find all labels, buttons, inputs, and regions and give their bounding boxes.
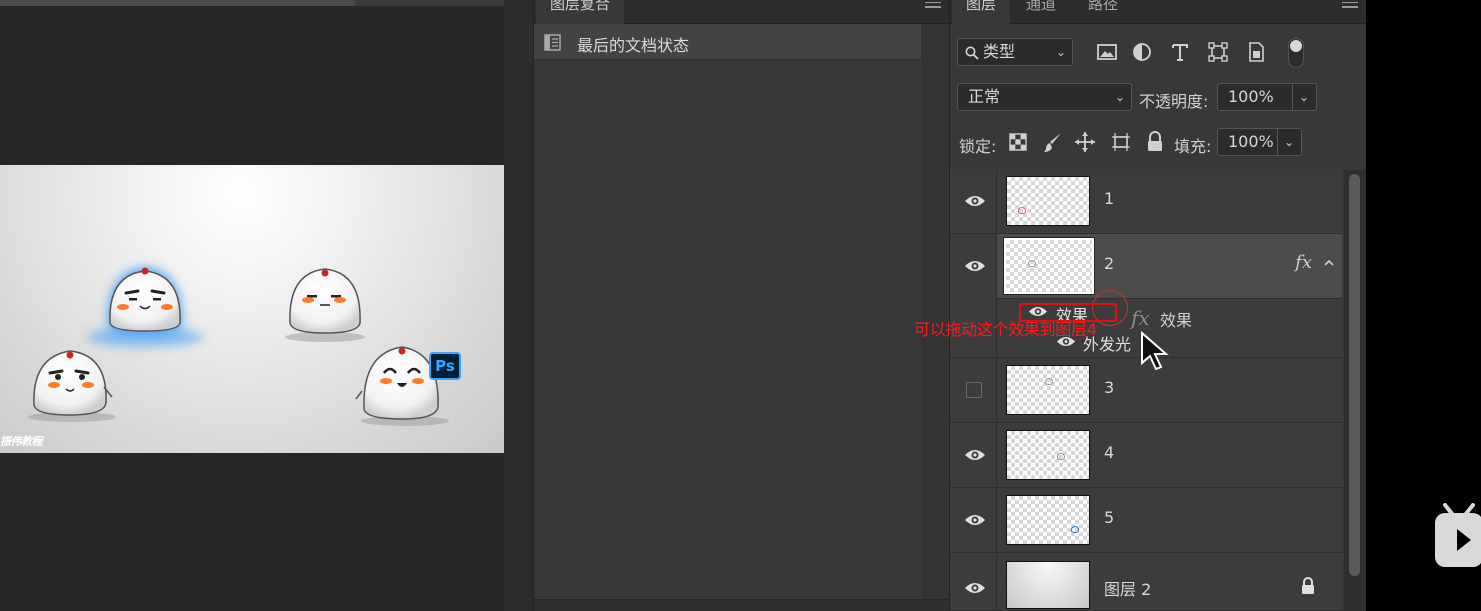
- opacity-label: 不透明度:: [1139, 92, 1209, 111]
- watermark-text: 振伟教程: [0, 435, 43, 448]
- tab-layers[interactable]: 图层: [952, 0, 1011, 24]
- type-filter-icon[interactable]: [1168, 40, 1192, 64]
- shape-filter-icon[interactable]: [1206, 40, 1230, 64]
- visibility-toggle[interactable]: [950, 234, 997, 299]
- character-glowing: [87, 267, 203, 347]
- chevron-down-icon: ⌄: [1055, 45, 1066, 59]
- document-canvas[interactable]: Ps 振伟教程: [0, 165, 504, 453]
- visibility-toggle[interactable]: [950, 358, 997, 423]
- layer-row-background[interactable]: 图层 2: [950, 553, 1342, 611]
- visibility-toggle[interactable]: [950, 488, 997, 553]
- tab-paths[interactable]: 路径: [1074, 0, 1132, 24]
- video-player-margin: [1366, 0, 1481, 611]
- eye-icon: [965, 196, 985, 206]
- visibility-toggle[interactable]: [950, 423, 997, 488]
- dragged-fx-icon: fx: [1131, 306, 1150, 330]
- player-logo-icon: [1435, 503, 1481, 567]
- ps-badge: Ps: [429, 352, 461, 380]
- opacity-field[interactable]: 100% ⌄: [1217, 83, 1317, 111]
- chevron-up-icon[interactable]: [1322, 256, 1336, 270]
- character-sleepy: [285, 268, 365, 342]
- layer-thumbnail: [1003, 237, 1095, 295]
- history-panel: 图层复合 最后的文档状态: [533, 0, 949, 611]
- visibility-hidden-box[interactable]: [966, 382, 982, 398]
- canvas-scroll-gutter: [504, 0, 533, 611]
- layer-thumbnail: [1006, 430, 1090, 480]
- canvas-area: Ps 振伟教程: [0, 0, 533, 611]
- history-panel-header: 图层复合: [534, 0, 949, 24]
- adjustment-filter-icon[interactable]: [1130, 40, 1154, 64]
- layer-thumbnail: [1006, 176, 1090, 226]
- character-angry: [28, 350, 116, 422]
- lock-artboard-icon[interactable]: [1110, 131, 1132, 153]
- eye-icon: [965, 261, 985, 271]
- document-tab-strip: [0, 0, 533, 6]
- filter-label: 类型: [983, 42, 1016, 61]
- layer-row-4[interactable]: 4: [950, 423, 1342, 488]
- visibility-toggle[interactable]: [950, 169, 997, 234]
- blend-mode-dropdown[interactable]: 正常 ⌄: [957, 83, 1132, 111]
- lock-all-icon[interactable]: [1146, 131, 1164, 153]
- layers-panel-header: 图层 通道 路径: [950, 0, 1366, 24]
- search-icon: [965, 46, 979, 60]
- lock-image-pixels-icon[interactable]: [1043, 131, 1063, 153]
- mouse-cursor-icon: [1141, 331, 1169, 371]
- layer-name: 5: [1104, 508, 1115, 527]
- layer-name: 图层 2: [1104, 580, 1152, 599]
- layer-filter-dropdown[interactable]: 类型 ⌄: [957, 38, 1073, 66]
- chevron-down-icon: ⌄: [1114, 90, 1125, 104]
- tab-channels[interactable]: 通道: [1012, 0, 1070, 24]
- eye-icon: [965, 515, 985, 525]
- history-item-snapshot[interactable]: 最后的文档状态: [534, 24, 922, 60]
- history-panel-footer: [534, 599, 949, 611]
- fill-field[interactable]: 100% ⌄: [1217, 128, 1302, 156]
- panel-menu-icon[interactable]: [1342, 0, 1358, 10]
- opacity-value: 100%: [1228, 87, 1274, 106]
- layer-name: 3: [1104, 378, 1115, 397]
- lock-icon: [1302, 577, 1314, 594]
- layers-scrollbar[interactable]: [1344, 170, 1367, 611]
- eye-icon: [965, 583, 985, 593]
- filter-toggle-switch[interactable]: [1288, 38, 1304, 68]
- layer-row-1[interactable]: 1: [950, 169, 1342, 234]
- lock-label: 锁定:: [959, 137, 997, 156]
- canvas-illustration: [28, 267, 449, 426]
- smart-object-filter-icon[interactable]: [1244, 40, 1268, 64]
- chevron-down-icon[interactable]: ⌄: [1292, 84, 1316, 110]
- layer-row-5[interactable]: 5: [950, 488, 1342, 553]
- image-filter-icon[interactable]: [1095, 40, 1119, 64]
- layer-thumbnail: [1006, 365, 1090, 415]
- snapshot-icon: [544, 34, 561, 51]
- lock-position-icon[interactable]: [1074, 131, 1096, 153]
- layer-thumbnail: [1006, 495, 1090, 545]
- layer-name: 2: [1104, 254, 1115, 273]
- layers-panel: 图层 通道 路径 类型 ⌄ 正常 ⌄ 不透明度: 100% ⌄ 锁定: 填充: …: [949, 0, 1367, 611]
- scrollbar-thumb[interactable]: [1349, 174, 1360, 576]
- history-item-label: 最后的文档状态: [577, 36, 690, 55]
- tab-layer-comps[interactable]: 图层复合: [536, 0, 625, 24]
- tutorial-annotation: 可以拖动这个效果到图层4: [914, 320, 1097, 339]
- fx-icon[interactable]: fx: [1295, 252, 1312, 273]
- visibility-toggle[interactable]: [950, 553, 997, 611]
- eye-icon: [965, 450, 985, 460]
- layer-thumbnail: [1006, 561, 1090, 609]
- blend-mode-value: 正常: [968, 87, 1001, 106]
- fill-label: 填充:: [1174, 137, 1212, 156]
- lock-transparent-pixels-icon[interactable]: [1009, 133, 1027, 151]
- layer-name: 4: [1104, 443, 1115, 462]
- document-tab[interactable]: [0, 0, 355, 6]
- chevron-down-icon[interactable]: ⌄: [1277, 129, 1301, 155]
- fill-value: 100%: [1228, 132, 1274, 151]
- layer-row-2[interactable]: 2 fx: [950, 234, 1342, 299]
- panel-menu-icon[interactable]: [925, 0, 941, 10]
- dragged-effect-label: 效果: [1160, 311, 1193, 330]
- layer-name: 1: [1104, 189, 1115, 208]
